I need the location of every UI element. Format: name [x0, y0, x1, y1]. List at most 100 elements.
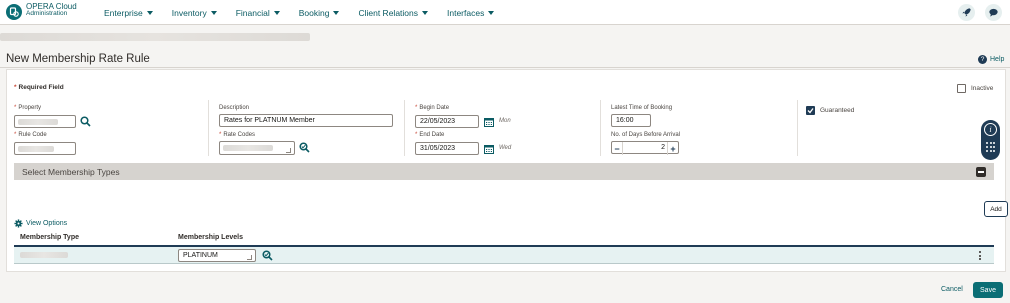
gear-icon — [14, 219, 23, 228]
column-header-membership-levels[interactable]: Membership Levels — [178, 234, 243, 241]
rule-code-value — [18, 146, 54, 152]
column-divider — [600, 100, 601, 156]
required-star: * — [14, 105, 17, 111]
table-row[interactable] — [14, 247, 994, 264]
rate-codes-value — [223, 145, 273, 151]
section-title: Select Membership Types — [22, 167, 120, 177]
increment-button[interactable]: + — [667, 142, 678, 155]
rule-code-label-text: Rule Code — [18, 132, 47, 138]
required-star: * — [14, 84, 17, 91]
info-icon[interactable]: i — [984, 123, 997, 136]
main-menu: Enterprise Inventory Financial Booking C… — [104, 0, 513, 25]
guaranteed-checkbox[interactable]: Guaranteed — [806, 106, 854, 115]
membership-type-value — [20, 252, 68, 258]
search-icon[interactable] — [80, 116, 91, 127]
property-value — [18, 119, 58, 125]
required-star: * — [415, 105, 418, 111]
latest-time-input[interactable]: 16:00 — [611, 114, 651, 127]
column-divider — [797, 100, 798, 156]
end-date-label-text: End Date — [419, 132, 445, 138]
resize-handle-icon[interactable] — [247, 255, 252, 260]
checkmark-icon — [807, 108, 814, 114]
property-input[interactable] — [14, 115, 76, 128]
opera-logo-icon[interactable] — [6, 4, 22, 20]
menu-label: Client Relations — [358, 7, 418, 18]
menu-label: Interfaces — [447, 7, 485, 18]
multi-search-icon[interactable] — [299, 142, 310, 153]
required-star: * — [415, 132, 418, 138]
calendar-icon[interactable] — [484, 144, 494, 154]
menu-label: Financial — [235, 7, 270, 18]
membership-types-section-header[interactable] — [14, 163, 994, 180]
caret-down-icon — [422, 10, 428, 15]
caret-down-icon — [273, 10, 280, 15]
view-options-link[interactable]: View Options — [14, 219, 67, 228]
menu-interfaces[interactable]: Interfaces — [447, 7, 495, 18]
breadcrumb — [0, 33, 310, 41]
begin-date-label-text: Begin Date — [419, 105, 450, 111]
inactive-label: Inactive — [971, 85, 994, 92]
description-label: Description — [219, 105, 250, 111]
caret-down-icon — [333, 10, 340, 15]
save-button[interactable]: Save — [973, 282, 1003, 298]
resize-handle-icon[interactable] — [286, 148, 291, 153]
menu-inventory[interactable]: Inventory — [172, 8, 217, 18]
rule-code-label: * Rule Code — [14, 132, 47, 138]
apps-grid-icon[interactable] — [986, 142, 995, 153]
page-title: New Membership Rate Rule — [6, 53, 150, 65]
menu-enterprise[interactable]: Enterprise — [104, 8, 153, 18]
menu-label: Booking — [298, 7, 330, 18]
rate-codes-label-text: Rate Codes — [223, 132, 256, 138]
chat-icon[interactable] — [985, 4, 1002, 21]
days-before-stepper: − 2 + — [611, 141, 679, 155]
days-before-value[interactable]: 2 — [625, 144, 665, 151]
rule-code-input[interactable] — [14, 142, 76, 155]
checkbox-box — [957, 84, 966, 93]
property-label: * Property — [14, 105, 41, 111]
guaranteed-label: Guaranteed — [820, 107, 855, 114]
begin-date-input[interactable]: 22/05/2023 — [415, 115, 479, 128]
help-link[interactable]: ? Help — [978, 55, 1004, 64]
description-input[interactable]: Rates for PLATNUM Member — [219, 114, 393, 127]
latest-time-label: Latest Time of Booking — [611, 105, 673, 111]
inactive-checkbox[interactable]: Inactive — [957, 84, 993, 93]
decrement-button[interactable]: − — [612, 142, 623, 155]
menu-client-relations[interactable]: Client Relations — [358, 8, 428, 18]
menu-booking[interactable]: Booking — [299, 8, 340, 18]
collapse-icon[interactable] — [976, 167, 986, 177]
menu-label: Enterprise — [104, 7, 143, 18]
days-before-label: No. of Days Before Arrival — [611, 132, 681, 138]
end-date-label: * End Date — [415, 132, 444, 138]
multi-search-icon[interactable] — [262, 250, 273, 261]
column-divider — [404, 100, 405, 156]
top-navigation-bar: OPERA Cloud Administration Enterprise In… — [0, 0, 1010, 25]
rate-codes-textarea[interactable] — [219, 141, 295, 155]
membership-levels-input[interactable]: PLATINUM — [178, 249, 256, 262]
begin-day-of-week: Mon — [499, 118, 511, 124]
view-options-label: View Options — [26, 220, 68, 227]
column-header-membership-type[interactable]: Membership Type — [20, 234, 79, 241]
menu-financial[interactable]: Financial — [236, 8, 280, 18]
rate-codes-label: * Rate Codes — [219, 132, 255, 138]
divider — [0, 67, 1010, 68]
required-star: * — [219, 132, 222, 138]
menu-label: Inventory — [171, 7, 207, 18]
calendar-icon[interactable] — [484, 117, 494, 127]
column-divider — [208, 100, 209, 156]
add-button[interactable]: Add — [984, 201, 1008, 217]
rocket-icon[interactable] — [958, 4, 975, 21]
required-field-note: * Required Field — [14, 84, 64, 91]
row-actions-icon[interactable] — [979, 251, 982, 260]
begin-date-label: * Begin Date — [415, 105, 449, 111]
brand-subtitle: Administration — [26, 10, 68, 17]
end-date-input[interactable]: 31/05/2023 — [415, 142, 479, 155]
required-label: Required Field — [18, 84, 64, 91]
checkbox-box — [806, 106, 815, 115]
membership-level-value: PLATINUM — [183, 252, 218, 259]
brand-title: OPERA Cloud Administration — [26, 3, 77, 18]
required-star: * — [14, 132, 17, 138]
caret-down-icon — [146, 10, 153, 15]
cancel-button[interactable]: Cancel — [941, 286, 963, 293]
caret-down-icon — [488, 10, 495, 15]
property-label-text: Property — [18, 105, 42, 111]
